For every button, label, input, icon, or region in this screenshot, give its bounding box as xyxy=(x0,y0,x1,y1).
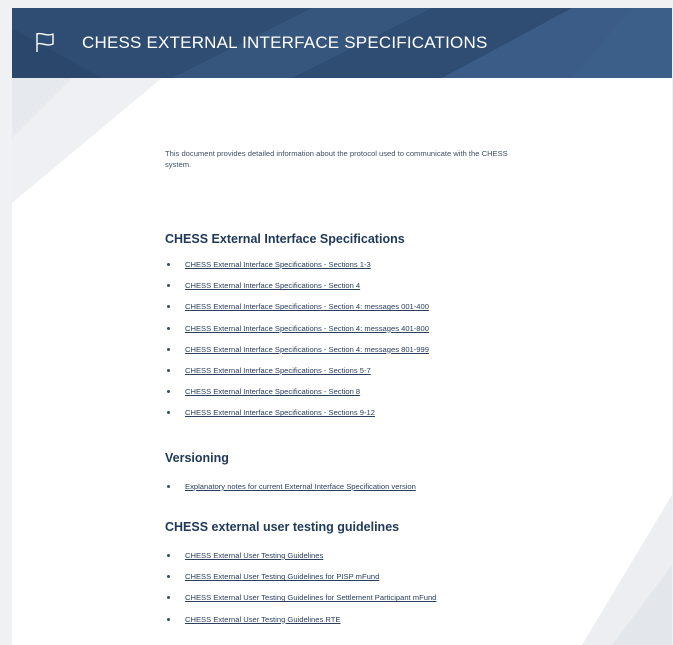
link-section-8[interactable]: CHESS External Interface Specifications … xyxy=(185,387,360,397)
bullet-icon xyxy=(167,263,170,266)
link-testing-guidelines-rte[interactable]: CHESS External User Testing Guidelines R… xyxy=(185,615,340,625)
link-testing-guidelines-pisp-mfund[interactable]: CHESS External User Testing Guidelines f… xyxy=(185,572,379,582)
list-item: CHESS External User Testing Guidelines f… xyxy=(165,593,585,614)
testing-guidelines-list: CHESS External User Testing Guidelines C… xyxy=(165,551,585,636)
link-explanatory-notes[interactable]: Explanatory notes for current External I… xyxy=(185,482,416,492)
list-item: CHESS External User Testing Guidelines xyxy=(165,551,585,572)
main-content: This document provides detailed informat… xyxy=(165,148,565,624)
list-item: CHESS External Interface Specifications … xyxy=(165,260,585,281)
page-frame: CHESS EXTERNAL INTERFACE SPECIFICATIONS … xyxy=(0,0,673,645)
bullet-icon xyxy=(167,368,170,372)
list-item: CHESS External Interface Specifications … xyxy=(165,387,585,408)
section-heading-versioning: Versioning xyxy=(165,451,229,465)
bullet-icon xyxy=(167,485,170,488)
section-heading-specifications: CHESS External Interface Specifications xyxy=(165,232,405,246)
bullet-icon xyxy=(167,305,170,309)
versioning-list: Explanatory notes for current External I… xyxy=(165,482,585,503)
list-item: CHESS External User Testing Guidelines f… xyxy=(165,572,585,593)
link-section-4-messages-401-800[interactable]: CHESS External Interface Specifications … xyxy=(185,324,429,334)
list-item: CHESS External Interface Specifications … xyxy=(165,366,585,387)
bullet-icon xyxy=(167,347,170,351)
bullet-icon xyxy=(167,326,170,330)
link-section-4-messages-001-400[interactable]: CHESS External Interface Specifications … xyxy=(185,302,429,312)
list-item: Explanatory notes for current External I… xyxy=(165,482,585,503)
link-section-4[interactable]: CHESS External Interface Specifications … xyxy=(185,281,360,291)
header-banner: CHESS EXTERNAL INTERFACE SPECIFICATIONS xyxy=(12,8,672,78)
link-sections-1-3[interactable]: CHESS External Interface Specifications … xyxy=(185,260,371,270)
background-decoration-right xyxy=(582,495,672,645)
specifications-list: CHESS External Interface Specifications … xyxy=(165,260,585,430)
list-item: CHESS External User Testing Guidelines R… xyxy=(165,615,585,636)
list-item: CHESS External Interface Specifications … xyxy=(165,302,585,323)
list-item: CHESS External Interface Specifications … xyxy=(165,408,585,429)
page-title: CHESS EXTERNAL INTERFACE SPECIFICATIONS xyxy=(82,33,488,52)
flag-icon xyxy=(36,32,54,52)
bullet-icon xyxy=(167,284,170,288)
link-sections-9-12[interactable]: CHESS External Interface Specifications … xyxy=(185,408,375,418)
intro-text: This document provides detailed informat… xyxy=(165,149,508,169)
link-section-4-messages-801-999[interactable]: CHESS External Interface Specifications … xyxy=(185,345,429,355)
background-decoration-left xyxy=(12,78,162,203)
bullet-icon xyxy=(167,411,170,415)
page: CHESS EXTERNAL INTERFACE SPECIFICATIONS … xyxy=(12,8,672,645)
bullet-icon xyxy=(167,617,170,621)
bullet-icon xyxy=(167,596,170,600)
link-sections-5-7[interactable]: CHESS External Interface Specifications … xyxy=(185,366,371,376)
bullet-icon xyxy=(167,390,170,394)
list-item: CHESS External Interface Specifications … xyxy=(165,281,585,302)
bullet-icon xyxy=(167,575,170,579)
bullet-icon xyxy=(167,554,170,557)
list-item: CHESS External Interface Specifications … xyxy=(165,324,585,345)
list-item: CHESS External Interface Specifications … xyxy=(165,345,585,366)
section-heading-testing-guidelines: CHESS external user testing guidelines xyxy=(165,520,400,534)
link-testing-guidelines-settlement-mfund[interactable]: CHESS External User Testing Guidelines f… xyxy=(185,593,436,603)
link-testing-guidelines[interactable]: CHESS External User Testing Guidelines xyxy=(185,551,323,561)
